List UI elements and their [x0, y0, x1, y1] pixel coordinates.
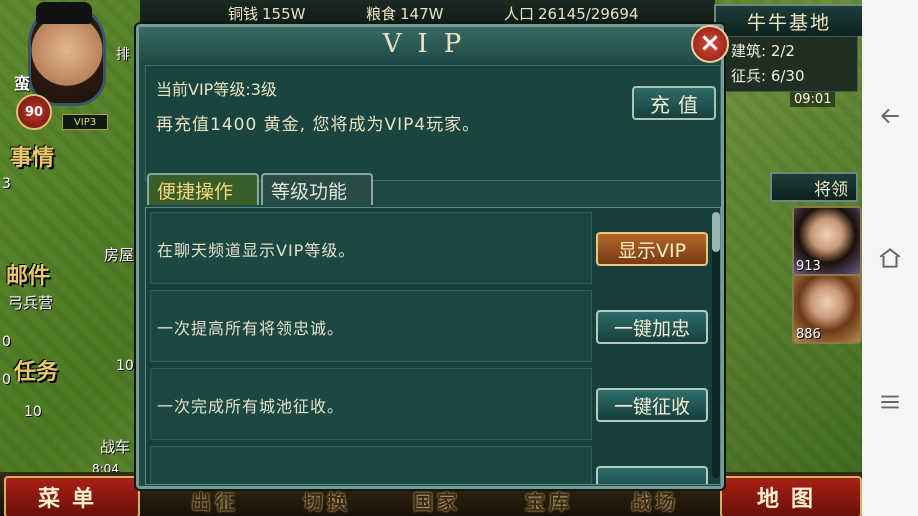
clock: 09:01	[790, 92, 836, 107]
player-vip-badge: VIP3	[62, 114, 108, 130]
feature-description: 在聊天频道显示VIP等级。	[157, 241, 356, 260]
avatar-hat	[36, 2, 92, 24]
chariot-label[interactable]: 战车	[100, 436, 130, 457]
back-arrow-icon	[881, 108, 899, 124]
player-avatar[interactable]: 蛮 90 VIP3	[6, 2, 110, 130]
tab-level-features[interactable]: 等级功能	[261, 173, 373, 205]
list-item: 在聊天频道显示VIP等级。	[150, 212, 592, 284]
hero-1-value: 913	[796, 259, 821, 274]
bottom-item-switch[interactable]: 切换	[282, 486, 372, 514]
resource-bar: 铜钱 155W 粮食 147W 人口 26145/29694	[140, 0, 715, 27]
grain-value: 147W	[400, 5, 444, 23]
house-label[interactable]: 房屋	[104, 244, 134, 265]
copper-resource: 铜钱 155W	[228, 3, 305, 24]
hero-2-value: 886	[796, 327, 821, 342]
vip-info-box: 当前VIP等级:3级 再充值1400 黄金, 您将成为VIP4玩家。 充值	[145, 65, 721, 181]
tab-quick-actions[interactable]: 便捷操作	[147, 173, 259, 205]
feature-description: 一次提高所有将领忠诚。	[157, 319, 345, 338]
feature-description: 一次完成所有城池征收。	[157, 397, 345, 416]
list-item: 一次提高所有将领忠诚。	[150, 290, 592, 362]
vip-feature-list: 在聊天频道显示VIP等级。 显示VIP 一次提高所有将领忠诚。 一键加忠 一次完…	[145, 207, 721, 485]
current-vip-level: 当前VIP等级:3级	[156, 80, 277, 99]
menu-lines-icon	[881, 395, 899, 409]
hero-portrait-1[interactable]: 913	[792, 206, 862, 276]
close-icon: ×	[699, 28, 721, 58]
copper-label: 铜钱	[228, 5, 259, 23]
population-label: 人口	[504, 5, 535, 23]
event-button[interactable]: 事情	[10, 140, 54, 172]
feature-action-button[interactable]	[596, 466, 708, 484]
bottom-item-campaign[interactable]: 出征	[170, 486, 260, 514]
show-vip-button[interactable]: 显示VIP	[596, 232, 708, 266]
scroll-thumb[interactable]	[712, 212, 720, 252]
hero-portrait-2[interactable]: 886	[792, 274, 862, 344]
vip-upgrade-hint: 再充值1400 黄金, 您将成为VIP4玩家。	[156, 115, 481, 135]
event-count: 3	[2, 176, 11, 192]
barracks-label[interactable]: 弓兵营	[8, 292, 53, 313]
back-button[interactable]	[862, 96, 918, 136]
count-0b: 0	[2, 372, 11, 388]
player-level-badge: 90	[16, 94, 52, 130]
generals-label: 将领	[814, 179, 848, 200]
task-button[interactable]: 任务	[14, 354, 58, 386]
home-button[interactable]	[862, 238, 918, 278]
buildings-stat: 建筑: 2/2	[731, 42, 795, 60]
city-name[interactable]: 牛牛基地	[714, 4, 862, 38]
count-0a: 0	[2, 334, 11, 350]
bottom-item-nation[interactable]: 国家	[392, 486, 482, 514]
population-value: 26145/29694	[538, 5, 639, 23]
collect-all-button[interactable]: 一键征收	[596, 388, 708, 422]
menu-lines-button[interactable]	[862, 382, 918, 422]
count-10b: 10	[24, 404, 42, 420]
close-button[interactable]: ×	[691, 25, 729, 63]
vip-dialog: VIP × 当前VIP等级:3级 再充值1400 黄金, 您将成为VIP4玩家。…	[136, 24, 729, 489]
boost-loyalty-button[interactable]: 一键加忠	[596, 310, 708, 344]
city-stats: 建筑: 2/2 征兵: 6/30	[722, 36, 858, 92]
home-icon	[879, 248, 901, 268]
bottom-item-treasury[interactable]: 宝库	[504, 486, 594, 514]
bottom-item-battlefield[interactable]: 战场	[610, 486, 700, 514]
map-button[interactable]: 地图	[720, 476, 862, 516]
menu-button[interactable]: 菜单	[4, 476, 140, 516]
recruits-stat: 征兵: 6/30	[731, 67, 805, 85]
count-10a: 10	[116, 358, 134, 374]
population-resource: 人口 26145/29694	[504, 3, 639, 24]
player-name: 蛮	[14, 74, 31, 93]
mail-button[interactable]: 邮件	[6, 258, 50, 290]
generals-button[interactable]: 将领	[770, 172, 858, 202]
rank-label: 排	[116, 47, 130, 63]
game-view: 铜钱 155W 粮食 147W 人口 26145/29694 蛮 90 VIP3 排 …	[0, 0, 862, 516]
recharge-button[interactable]: 充值	[632, 86, 716, 120]
list-scrollbar[interactable]	[712, 212, 720, 478]
grain-resource: 粮食 147W	[366, 3, 443, 24]
list-item	[150, 446, 592, 484]
list-item: 一次完成所有城池征收。	[150, 368, 592, 440]
copper-value: 155W	[262, 5, 306, 23]
dialog-title: VIP	[139, 27, 721, 63]
grain-label: 粮食	[366, 5, 397, 23]
android-nav-bar	[862, 0, 918, 516]
